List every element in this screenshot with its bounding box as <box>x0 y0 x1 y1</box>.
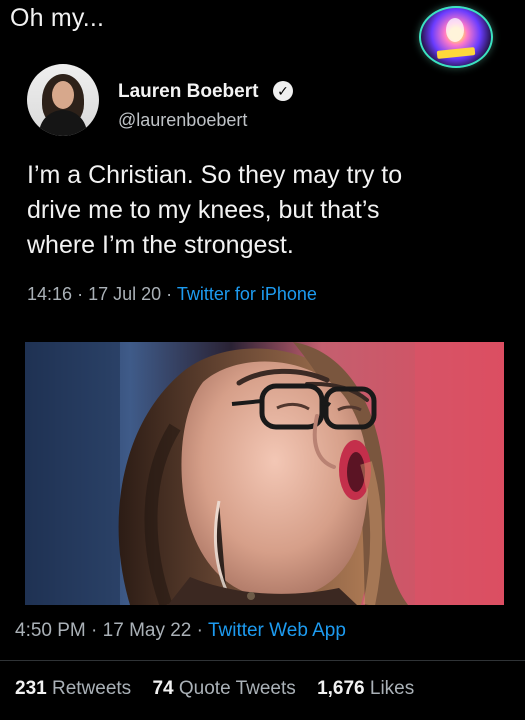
watermark-highlight <box>446 18 464 42</box>
quote-metadata: 4:50 PM · 17 May 22 · Twitter Web App <box>15 620 346 642</box>
likes-stat[interactable]: 1,676 Likes <box>317 678 414 699</box>
quote-tweets-count: 74 <box>152 678 174 699</box>
quote-date: 17 May 22 <box>102 620 192 641</box>
tweet-source-link[interactable]: Twitter for iPhone <box>177 284 317 304</box>
quote-source-link[interactable]: Twitter Web App <box>208 620 346 641</box>
likes-count: 1,676 <box>317 678 365 699</box>
photo-illustration <box>25 342 504 605</box>
likes-label: Likes <box>369 678 415 699</box>
author-handle[interactable]: @laurenboebert <box>118 110 247 131</box>
separator-dot: · <box>166 284 177 304</box>
stats-divider <box>0 660 525 661</box>
caption-text: Oh my... <box>10 4 105 32</box>
retweets-count: 231 <box>15 678 47 699</box>
retweets-stat[interactable]: 231 Retweets <box>15 678 136 699</box>
tweet-text: I’m a Christian. So they may try to driv… <box>27 161 403 259</box>
tweet-time: 14:16 <box>27 284 73 304</box>
separator-dot: · <box>77 284 89 304</box>
author-name[interactable]: Lauren Boebert <box>118 81 258 103</box>
avatar-face <box>52 81 74 109</box>
separator-dot: · <box>196 620 208 641</box>
tweet-metadata: 14:16 · 17 Jul 20 · Twitter for iPhone <box>27 284 317 305</box>
watermark-icon <box>419 6 493 68</box>
quote-time: 4:50 PM <box>15 620 86 641</box>
quote-tweets-label: Quote Tweets <box>178 678 296 699</box>
quote-tweets-stat[interactable]: 74 Quote Tweets <box>152 678 301 699</box>
embedded-photo[interactable] <box>25 342 504 605</box>
watermark-banner <box>436 47 476 59</box>
engagement-stats: 231 Retweets 74 Quote Tweets 1,676 Likes <box>15 678 430 700</box>
avatar[interactable] <box>27 64 99 136</box>
retweets-label: Retweets <box>51 678 132 699</box>
separator-dot: · <box>91 620 103 641</box>
tweet-date: 17 Jul 20 <box>88 284 162 304</box>
verified-icon: ✓ <box>273 81 293 101</box>
